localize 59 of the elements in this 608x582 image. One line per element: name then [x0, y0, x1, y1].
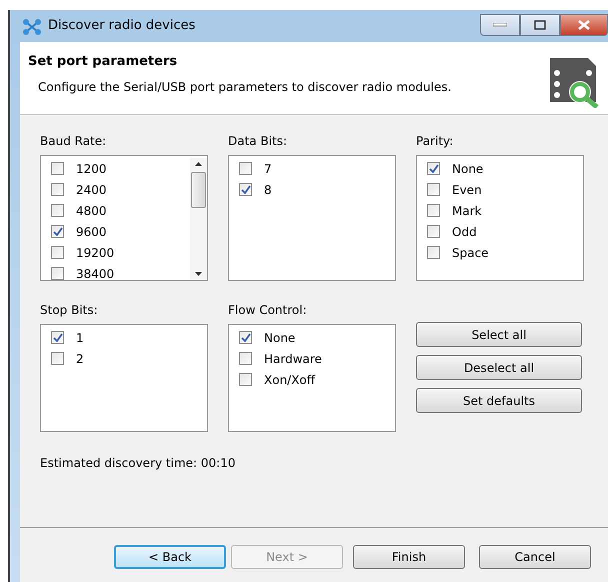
- checkbox-label: Mark: [452, 202, 482, 220]
- checkbox[interactable]: [239, 352, 252, 365]
- discovery-time-text: Estimated discovery time: 00:10: [40, 455, 236, 472]
- checkbox[interactable]: [427, 204, 440, 217]
- group-label: Stop Bits:: [40, 302, 99, 319]
- window-title: Discover radio devices: [48, 17, 196, 36]
- wizard-button[interactable]: Cancel: [479, 545, 591, 569]
- wizard-button[interactable]: Finish: [353, 545, 465, 569]
- checkbox[interactable]: [239, 331, 252, 344]
- checkbox[interactable]: [51, 267, 64, 280]
- checkbox-label: 4800: [76, 202, 107, 220]
- minimize-button[interactable]: [480, 14, 520, 36]
- page-title: Set port parameters: [28, 53, 178, 71]
- checkbox[interactable]: [427, 162, 440, 175]
- checkbox-label: None: [452, 160, 484, 178]
- checkbox[interactable]: [51, 162, 64, 175]
- checkbox-label: Even: [452, 182, 482, 198]
- page-description: Configure the Serial/USB port parameters to discover radio modules.: [38, 78, 452, 96]
- checkbox-label: 1200: [76, 160, 107, 178]
- checkbox[interactable]: [427, 246, 440, 259]
- action-button[interactable]: Set defaults: [416, 388, 582, 413]
- checkbox-label: 7: [264, 160, 272, 178]
- checkbox-label: Odd: [452, 224, 477, 240]
- checkbox[interactable]: [239, 183, 252, 196]
- checkbox-label: 8: [264, 182, 272, 198]
- close-icon: [578, 20, 590, 30]
- maximize-button[interactable]: [520, 14, 560, 36]
- checkbox[interactable]: [51, 352, 64, 365]
- checkbox-label: Xon/Xoff: [264, 372, 316, 388]
- checkbox-label: Hardware: [264, 350, 322, 368]
- checkbox[interactable]: [51, 204, 64, 217]
- checkbox[interactable]: [51, 331, 64, 344]
- scrollbar[interactable]: [190, 158, 207, 280]
- checkbox-label: 38400: [76, 266, 114, 282]
- group-label: Parity:: [416, 133, 454, 150]
- checkbox[interactable]: [239, 373, 252, 386]
- maximize-icon: [534, 20, 546, 30]
- group-label: Flow Control:: [228, 302, 308, 319]
- checkbox-label: 9600: [76, 224, 107, 240]
- minimize-icon: [493, 23, 507, 27]
- checkbox[interactable]: [51, 225, 64, 238]
- network-icon: [22, 18, 42, 35]
- action-button[interactable]: Select all: [416, 322, 582, 347]
- checkbox[interactable]: [51, 246, 64, 259]
- group-label: Baud Rate:: [40, 133, 108, 150]
- checkbox[interactable]: [427, 225, 440, 238]
- action-button[interactable]: Deselect all: [416, 355, 582, 380]
- checkbox-label: 1: [76, 330, 84, 346]
- group-label: Data Bits:: [228, 133, 288, 150]
- checkbox-label: 2400: [76, 182, 107, 198]
- checkbox-label: None: [264, 330, 296, 346]
- checkbox[interactable]: [239, 162, 252, 175]
- wizard-button[interactable]: < Back: [114, 545, 226, 569]
- checkbox-label: 2: [76, 350, 84, 368]
- checkbox-label: Space: [452, 244, 489, 262]
- checkbox-label: 19200: [76, 244, 114, 262]
- checkbox[interactable]: [427, 183, 440, 196]
- close-button[interactable]: [560, 14, 608, 36]
- checkbox[interactable]: [51, 183, 64, 196]
